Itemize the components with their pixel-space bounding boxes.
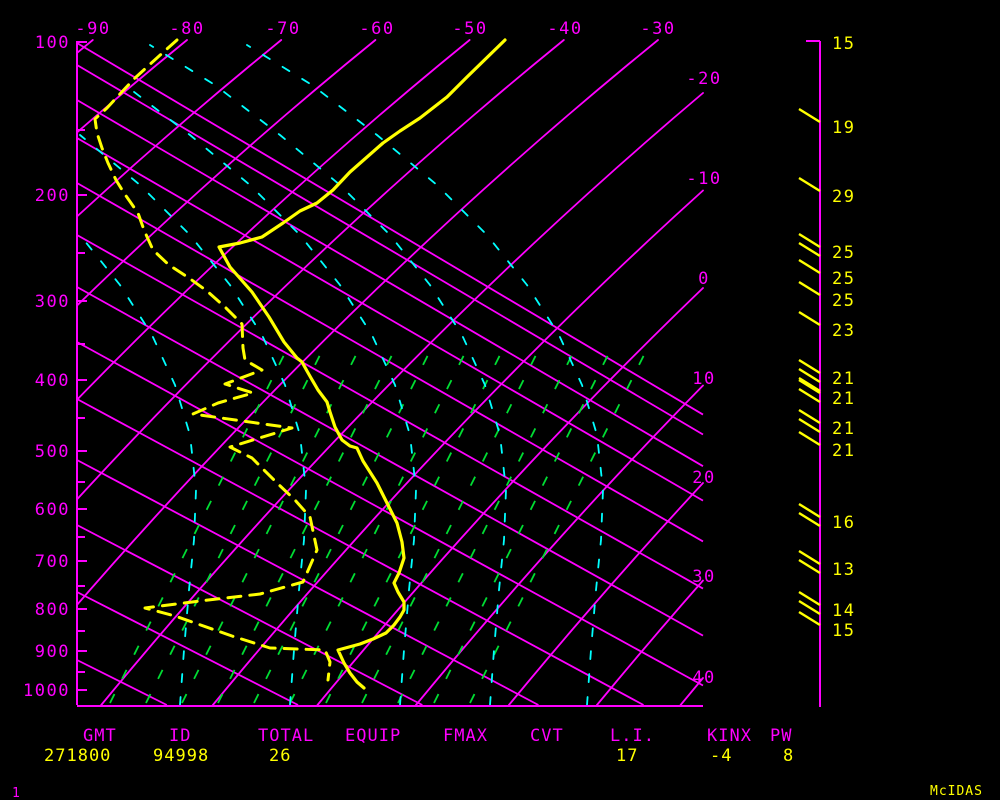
temperature-right-label: 40	[692, 668, 715, 688]
moist-adiabat-line	[247, 45, 603, 705]
wind-barb	[799, 260, 820, 273]
pressure-tick-label: 900	[35, 642, 70, 662]
temperature-top-label: -30	[640, 19, 675, 39]
temperature-trace	[219, 40, 505, 688]
wind-barb	[799, 312, 820, 325]
status-value: 8	[783, 746, 794, 766]
status-header-li: L.I.	[610, 726, 655, 746]
wind-speed-value: 16	[832, 513, 855, 533]
isotherm-line	[77, 40, 375, 306]
temperature-top-label: -50	[452, 19, 487, 39]
temperature-top-label: -60	[359, 19, 394, 39]
wind-speed-value: 19	[832, 118, 855, 138]
dry-adiabat-line	[77, 183, 703, 541]
pressure-tick-label: 300	[35, 292, 70, 312]
mixing-ratio-line	[326, 345, 505, 703]
pressure-tick-label: 400	[35, 371, 70, 391]
temperature-right-label: 20	[692, 468, 715, 488]
status-header-cvt: CVT	[530, 726, 564, 746]
mixing-ratio-line	[110, 345, 289, 703]
temperature-right-label: -20	[686, 69, 721, 89]
dry-adiabat-line	[77, 138, 703, 501]
pressure-tick-label: 500	[35, 442, 70, 462]
mcidas-brand-label: McIDAS	[930, 784, 983, 799]
status-value: 17	[616, 746, 638, 766]
pressure-tick-label: 600	[35, 500, 70, 520]
temperature-top-label: -40	[547, 19, 582, 39]
frame-number-label: 1	[12, 786, 21, 800]
pressure-tick-label: 100	[35, 33, 70, 53]
dry-adiabat-line	[77, 342, 703, 685]
dewpoint-trace	[95, 40, 330, 680]
pressure-tick-label: 700	[35, 552, 70, 572]
wind-speed-value: 14	[832, 601, 855, 621]
dry-adiabat-line	[77, 287, 703, 636]
wind-speed-value: 23	[832, 321, 855, 341]
temperature-top-label: -80	[169, 19, 204, 39]
mcidas-skewt-window: 1002003004005006007008009001000-90-80-70…	[0, 0, 1000, 800]
moist-adiabat-line	[80, 135, 306, 705]
status-value: -4	[710, 746, 732, 766]
wind-speed-value: 15	[832, 621, 855, 641]
temperature-right-label: 0	[698, 269, 710, 289]
status-header-pw: PW	[770, 726, 792, 746]
status-header-kinx: KINX	[707, 726, 752, 746]
pressure-tick-label: 200	[35, 186, 70, 206]
wind-speed-value: 25	[832, 291, 855, 311]
dry-adiabat-line	[77, 660, 167, 705]
wind-speed-value: 15	[832, 34, 855, 54]
status-value: 271800	[44, 746, 111, 766]
status-header-total: TOTAL	[258, 726, 314, 746]
status-value: 26	[269, 746, 291, 766]
wind-speed-value: 29	[832, 187, 855, 207]
temperature-top-label: -70	[265, 19, 300, 39]
wind-barb	[799, 178, 820, 191]
status-header-id: ID	[169, 726, 191, 746]
wind-speed-value: 13	[832, 560, 855, 580]
wind-barb	[799, 109, 820, 122]
isotherm-line	[213, 191, 703, 706]
moist-adiabat-line	[150, 45, 506, 705]
isotherm-line	[77, 40, 187, 132]
isotherm-line	[597, 581, 703, 706]
wind-barb	[799, 282, 820, 295]
wind-barb	[799, 432, 820, 445]
isotherm-line	[317, 288, 703, 705]
temperature-right-label: 30	[692, 567, 715, 587]
isotherm-line	[77, 40, 281, 217]
wind-speed-value: 21	[832, 369, 855, 389]
status-value: 94998	[153, 746, 209, 766]
wind-speed-value: 21	[832, 389, 855, 409]
wind-speed-value: 21	[832, 419, 855, 439]
pressure-tick-label: 800	[35, 600, 70, 620]
wind-speed-value: 25	[832, 269, 855, 289]
wind-speed-value: 21	[832, 441, 855, 461]
mixing-ratio-line	[362, 345, 541, 703]
temperature-right-label: 10	[692, 369, 715, 389]
dry-adiabat-line	[77, 460, 538, 705]
status-header-gmt: GMT	[83, 726, 117, 746]
wind-speed-value: 25	[832, 243, 855, 263]
temperature-top-label: -90	[75, 19, 110, 39]
skewt-plot-canvas: 1002003004005006007008009001000-90-80-70…	[0, 0, 1000, 800]
status-header-fmax: FMAX	[443, 726, 488, 746]
status-header-equip: EQUIP	[345, 726, 401, 746]
temperature-right-label: -10	[686, 169, 721, 189]
mixing-ratio-line	[470, 345, 649, 703]
wind-barb	[799, 612, 820, 625]
pressure-tick-label: 1000	[23, 681, 70, 701]
